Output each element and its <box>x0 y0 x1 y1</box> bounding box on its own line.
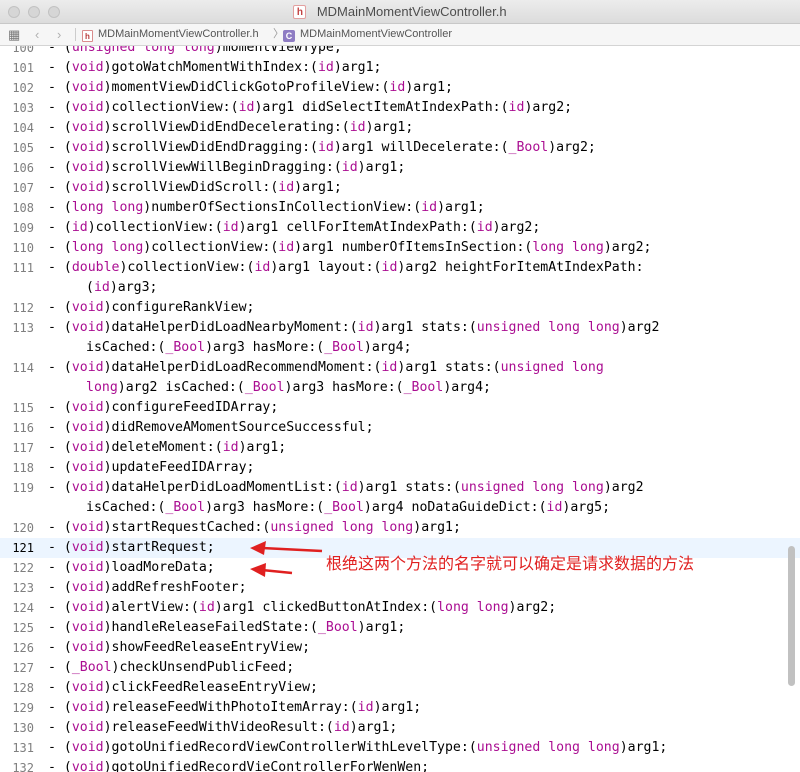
annotation-note: 根绝这两个方法的名字就可以确定是请求数据的方法 <box>326 554 695 573</box>
arrow-head-start-request <box>250 541 266 555</box>
arrow-head-load-more-data <box>250 563 266 577</box>
arrow-to-load-more-data-line <box>261 568 293 575</box>
arrow-to-start-request-line <box>261 546 323 553</box>
annotation-arrows <box>250 541 323 577</box>
